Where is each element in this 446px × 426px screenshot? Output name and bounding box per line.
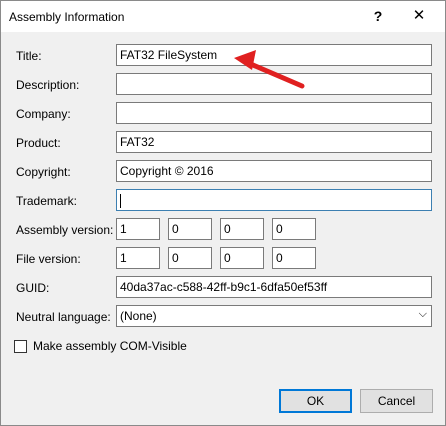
com-visible-label: Make assembly COM-Visible: [33, 339, 187, 353]
close-button[interactable]: ✕: [404, 5, 434, 27]
title-bar: Assembly Information ? ✕: [1, 1, 445, 32]
guid-input[interactable]: 40da37ac-c588-42ff-b9c1-6dfa50ef53ff: [116, 276, 432, 298]
assembly-version-revision-input[interactable]: 0: [272, 218, 316, 240]
assembly-version-label: Assembly version:: [16, 223, 114, 237]
dialog-content: Title: FAT32 FileSystem Description: Com…: [1, 32, 445, 425]
com-visible-checkbox[interactable]: [14, 340, 27, 353]
file-version-label: File version:: [16, 252, 81, 266]
file-version-build-input[interactable]: 0: [220, 247, 264, 269]
file-version-minor-input[interactable]: 0: [168, 247, 212, 269]
copyright-input[interactable]: Copyright © 2016: [116, 160, 432, 182]
assembly-version-major-input[interactable]: 1: [116, 218, 160, 240]
description-label: Description:: [16, 78, 80, 92]
assembly-version-minor-input[interactable]: 0: [168, 218, 212, 240]
product-label: Product:: [16, 136, 61, 150]
neutral-language-label: Neutral language:: [16, 310, 111, 324]
ok-button[interactable]: OK: [279, 389, 352, 413]
window-title: Assembly Information: [9, 10, 125, 24]
trademark-label: Trademark:: [16, 194, 77, 208]
product-input[interactable]: FAT32: [116, 131, 432, 153]
file-version-major-input[interactable]: 1: [116, 247, 160, 269]
neutral-language-value: (None): [120, 309, 157, 323]
file-version-revision-input[interactable]: 0: [272, 247, 316, 269]
trademark-input[interactable]: [116, 189, 432, 211]
text-caret: [120, 193, 121, 208]
assembly-information-dialog: Assembly Information ? ✕ Title: FAT32 Fi…: [0, 0, 446, 426]
chevron-down-icon: ⌵: [418, 308, 427, 320]
title-label: Title:: [16, 49, 42, 63]
company-label: Company:: [16, 107, 71, 121]
help-button[interactable]: ?: [363, 5, 393, 27]
cancel-button[interactable]: Cancel: [360, 389, 433, 413]
neutral-language-select[interactable]: (None) ⌵: [116, 305, 432, 327]
assembly-version-build-input[interactable]: 0: [220, 218, 264, 240]
annotation-arrow-icon: [234, 50, 305, 89]
guid-label: GUID:: [16, 281, 50, 295]
copyright-label: Copyright:: [16, 165, 71, 179]
